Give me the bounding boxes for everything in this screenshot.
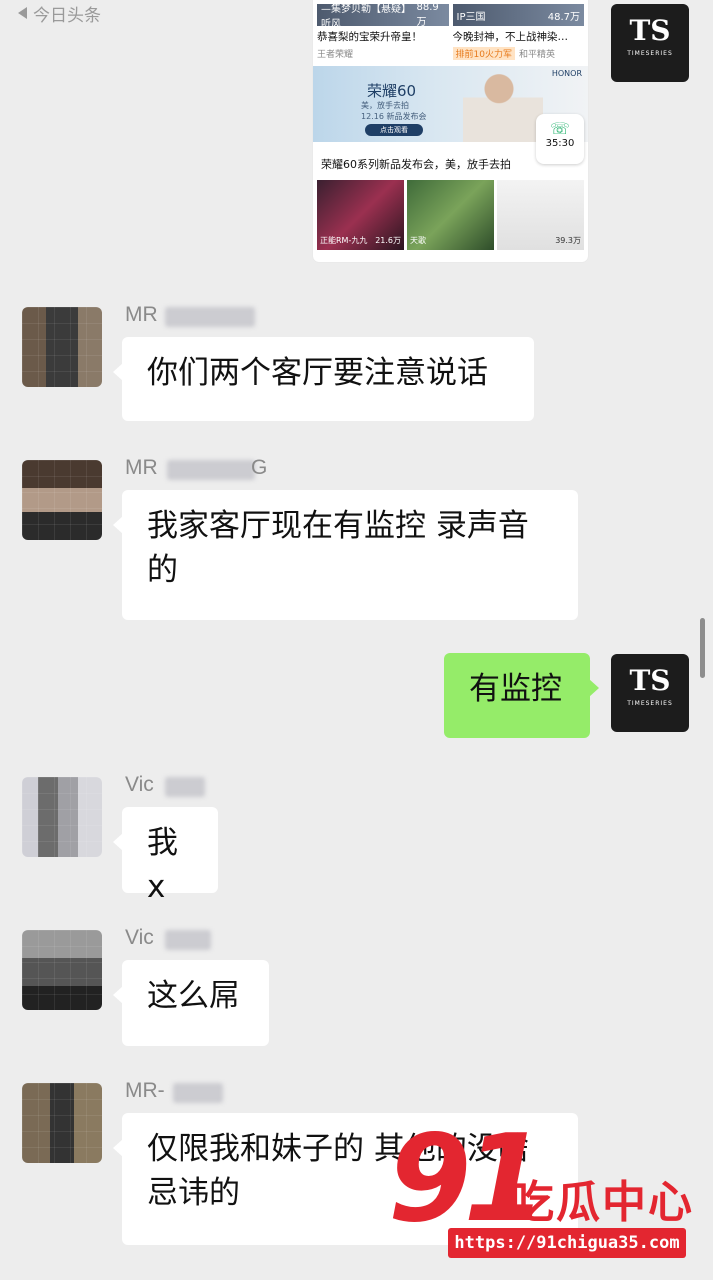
message-bubble[interactable]: 你们两个客厅要注意说话 [113, 337, 534, 421]
avatar[interactable] [22, 307, 102, 387]
banner-brand: 荣耀60 [367, 82, 417, 100]
thumb-views: 39.3万 [555, 236, 581, 245]
ts-logo-text: TIMESERIES [627, 50, 673, 57]
watermark-logo-name: 吃瓜中心 [510, 1177, 694, 1228]
video-thumb-game-2: 天歌 [407, 180, 494, 250]
shared-screenshot-image[interactable]: —集梦贝勒【悬疑】听风 88.9万 IP三国 48.7万 恭喜梨的宝荣升帝皇！ … [313, 0, 588, 262]
video-thumb-game-3: 39.3万 [497, 180, 584, 250]
message-bubble[interactable]: 我x [113, 807, 218, 905]
back-to-app[interactable]: 今日头条 [18, 0, 101, 26]
message-text: 你们两个客厅要注意说话 [147, 355, 488, 391]
avatar[interactable] [22, 930, 102, 1010]
banner-logo: HONOR [551, 69, 582, 78]
message-text: 我x [147, 825, 178, 905]
thumb-views: 21.6万 [375, 236, 401, 245]
back-arrow-icon [18, 7, 27, 19]
banner-watch-button: 点击观看 [365, 124, 423, 136]
message-text-line: 我家客厅现在有监控 录声音 [147, 508, 529, 544]
thumb-title: —集梦贝勒【悬疑】听风 [321, 4, 411, 30]
ts-logo-mark: TS [629, 14, 671, 47]
video-tag: 排前10火力军 [452, 47, 515, 60]
ad-banner: 荣耀60 美，放手去拍 12.16 新品发布会 点击观看 HONOR ☏ 35:… [313, 66, 588, 164]
self-avatar-logo[interactable]: TS TIMESERIES [611, 4, 689, 82]
scrollbar[interactable] [700, 618, 705, 678]
ts-logo-text: TIMESERIES [627, 700, 673, 707]
thumb-views: 88.9万 [416, 2, 439, 28]
thumb-views: 48.7万 [547, 11, 580, 23]
message-bubble[interactable]: 这么屌 [113, 960, 269, 1046]
back-app-label: 今日头条 [33, 5, 101, 26]
sender-name: Vic [125, 926, 211, 950]
self-avatar-logo[interactable]: TS TIMESERIES [611, 654, 689, 732]
message-text: 这么屌 [147, 978, 240, 1014]
sender-name: Vic [125, 773, 205, 797]
video-caption: 今晚封神，不上战神染… [452, 31, 569, 43]
thumb-title: IP三国 [456, 11, 486, 23]
video-source: 和平精英 [518, 50, 555, 60]
watermark-url: https://91chigua35.com [448, 1228, 686, 1258]
phone-icon: ☏ [549, 119, 570, 138]
video-source: 王者荣耀 [317, 50, 354, 60]
ts-logo-mark: TS [629, 664, 671, 697]
message-text-line: 的 [147, 552, 178, 588]
sender-name: MR G [125, 456, 268, 480]
avatar[interactable] [22, 1083, 102, 1163]
video-thumb-top-right: IP三国 48.7万 [452, 4, 584, 26]
sender-name: MR [125, 303, 255, 327]
call-float-bubble: ☏ 35:30 [536, 114, 584, 164]
thumb-title: 正能RM-九九 [320, 236, 368, 245]
message-bubble[interactable]: 我家客厅现在有监控 录声音 的 [113, 490, 578, 620]
video-thumb-game-1: 正能RM-九九 21.6万 [317, 180, 404, 250]
banner-subtitle: 美，放手去拍 12.16 新品发布会 [361, 101, 427, 121]
self-message-bubble[interactable]: 有监控 [444, 653, 599, 738]
video-caption: 恭喜梨的宝荣升帝皇！ [317, 31, 422, 43]
sender-name: MR- [125, 1079, 223, 1103]
avatar[interactable] [22, 460, 102, 540]
avatar[interactable] [22, 777, 102, 857]
banner-person-image [463, 68, 543, 142]
message-text: 有监控 [469, 671, 562, 707]
call-duration: 35:30 [545, 138, 575, 149]
video-thumb-top-left: —集梦贝勒【悬疑】听风 88.9万 [317, 2, 449, 30]
thumb-title: 天歌 [410, 236, 426, 245]
